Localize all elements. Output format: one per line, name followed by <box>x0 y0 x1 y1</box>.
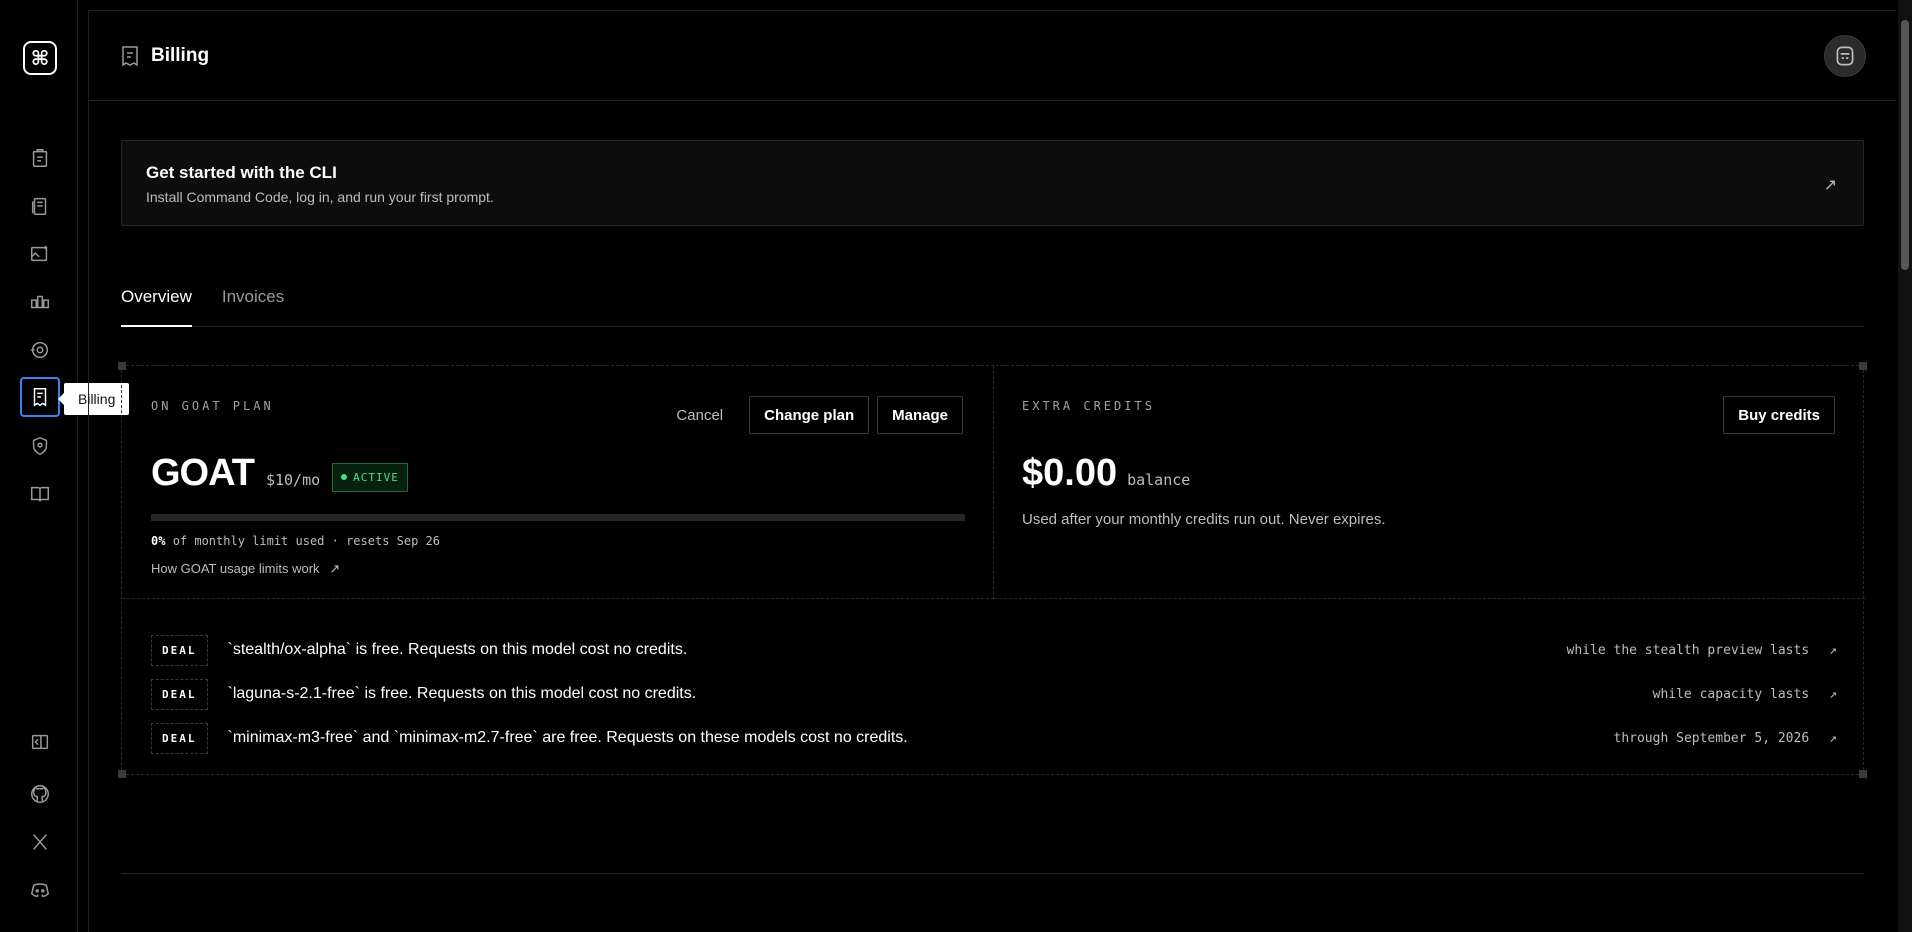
tab-overview[interactable]: Overview <box>121 281 192 327</box>
receipt-icon <box>122 46 138 66</box>
deal-text: `stealth/ox-alpha` is free. Requests on … <box>227 641 688 658</box>
discord-link[interactable] <box>20 870 60 910</box>
github-link[interactable] <box>20 774 60 814</box>
plan-name: GOAT <box>151 452 255 494</box>
scrollbar-thumb[interactable] <box>1901 20 1909 270</box>
manage-plan-button[interactable]: Manage <box>877 396 963 434</box>
external-link-icon: ↗ <box>329 561 341 576</box>
status-badge: ACTIVE <box>332 462 408 492</box>
balance-label: balance <box>1127 471 1191 489</box>
divider <box>121 873 1864 874</box>
external-link-icon: ↗ <box>1829 730 1837 746</box>
external-link-icon: ↗ <box>1829 686 1837 702</box>
deal-badge: DEAL <box>151 634 208 666</box>
user-avatar-icon <box>1836 46 1854 66</box>
corner-marker <box>1859 770 1867 778</box>
sidebar-item-billing[interactable] <box>20 377 60 417</box>
collapse-sidebar-button[interactable] <box>20 722 60 762</box>
plan-price: $10/mo <box>265 471 321 489</box>
billing-tabs: Overview Invoices <box>121 281 1864 327</box>
deal-badge: DEAL <box>151 722 208 754</box>
main-content: Billing Get started with the CLI Install… <box>88 10 1896 932</box>
avatar[interactable] <box>1824 35 1866 77</box>
page-title: Billing <box>151 45 210 66</box>
deals-list: DEAL `stealth/ox-alpha` is free. Request… <box>151 628 1837 760</box>
plan-actions: Cancel Change plan Manage <box>658 396 963 434</box>
deal-meta: through September 5, 2026 ↗ <box>1614 731 1838 746</box>
bars-icon <box>31 295 49 309</box>
receipt-icon <box>33 388 47 407</box>
book-icon <box>31 486 49 502</box>
cli-getting-started-banner[interactable]: Get started with the CLI Install Command… <box>121 140 1864 226</box>
clipboard-sparkle-icon <box>32 149 48 167</box>
sidebar-item-models[interactable] <box>20 330 60 370</box>
discord-icon <box>30 883 50 898</box>
deal-text: `laguna-s-2.1-free` is free. Requests on… <box>227 685 697 702</box>
change-plan-button[interactable]: Change plan <box>749 396 870 434</box>
balance-amount: $0.00 <box>1022 452 1118 494</box>
usage-percent: 0% <box>151 534 166 548</box>
sidebar-item-gallery[interactable] <box>20 234 60 274</box>
github-icon <box>31 785 49 803</box>
x-link[interactable] <box>20 822 60 862</box>
usage-limits-link[interactable]: How GOAT usage limits work ↗ <box>151 561 340 577</box>
deal-duration: while capacity lasts <box>1652 686 1810 702</box>
deal-duration: through September 5, 2026 <box>1613 730 1810 746</box>
app-logo-icon[interactable]: ⌘ <box>23 41 57 75</box>
sidebar-item-sessions[interactable] <box>20 186 60 226</box>
external-link-icon: ↗ <box>1823 177 1837 194</box>
x-logo-icon <box>33 834 47 850</box>
cli-banner-title: Get started with the CLI <box>146 163 337 182</box>
extra-credits-card: EXTRA CREDITS Buy credits $0.00 balance … <box>994 366 1865 599</box>
status-dot-icon <box>341 474 348 480</box>
usage-progress-bar <box>151 514 965 521</box>
plan-card: ON GOAT PLAN Cancel Change plan Manage G… <box>122 366 994 599</box>
sidebar-item-new[interactable] <box>20 138 60 178</box>
page-scrollbar[interactable] <box>1898 0 1912 932</box>
deal-text: `minimax-m3-free` and `minimax-m2.7-free… <box>227 729 908 746</box>
sidebar: ⌘ Billing <box>0 0 130 932</box>
receipt-stack-icon <box>31 197 47 215</box>
sidebar-item-docs[interactable] <box>20 474 60 514</box>
page-header: Billing <box>121 45 209 67</box>
deal-meta: while the stealth preview lasts ↗ <box>1567 643 1837 658</box>
list-item[interactable]: DEAL `minimax-m3-free` and `minimax-m2.7… <box>151 716 1837 760</box>
balance-description: Used after your monthly credits run out.… <box>1022 511 1386 528</box>
sidebar-collapse-icon <box>31 734 49 750</box>
list-item[interactable]: DEAL `laguna-s-2.1-free` is free. Reques… <box>151 672 1837 716</box>
billing-overview-panel: ON GOAT PLAN Cancel Change plan Manage G… <box>118 362 1867 778</box>
cancel-plan-button[interactable]: Cancel <box>658 396 741 434</box>
target-icon <box>30 341 49 359</box>
corner-marker <box>118 770 126 778</box>
usage-summary: 0% of monthly limit used · resets Sep 26 <box>151 534 440 548</box>
credit-balance: $0.00 balance <box>1022 452 1190 495</box>
plan-label: ON GOAT PLAN <box>151 399 274 413</box>
top-bar: Billing <box>89 11 1896 101</box>
shield-icon <box>32 436 48 456</box>
deal-badge: DEAL <box>151 678 208 710</box>
tab-invoices[interactable]: Invoices <box>222 281 284 327</box>
list-item[interactable]: DEAL `stealth/ox-alpha` is free. Request… <box>151 628 1837 672</box>
usage-text: of monthly limit used · resets Sep 26 <box>172 534 440 548</box>
external-link-icon: ↗ <box>1829 642 1837 658</box>
buy-credits-button[interactable]: Buy credits <box>1723 396 1835 434</box>
deal-duration: while the stealth preview lasts <box>1566 642 1810 658</box>
sidebar-item-security[interactable] <box>20 426 60 466</box>
usage-limits-link-label: How GOAT usage limits work <box>151 561 320 576</box>
extra-credits-label: EXTRA CREDITS <box>1022 399 1155 413</box>
sidebar-item-analytics[interactable] <box>20 282 60 322</box>
cli-banner-subtitle: Install Command Code, log in, and run yo… <box>146 189 494 205</box>
deal-meta: while capacity lasts ↗ <box>1653 687 1837 702</box>
image-sparkle-icon <box>31 245 48 262</box>
status-badge-label: ACTIVE <box>353 470 399 484</box>
plan-summary: GOAT $10/mo ACTIVE <box>151 452 408 497</box>
